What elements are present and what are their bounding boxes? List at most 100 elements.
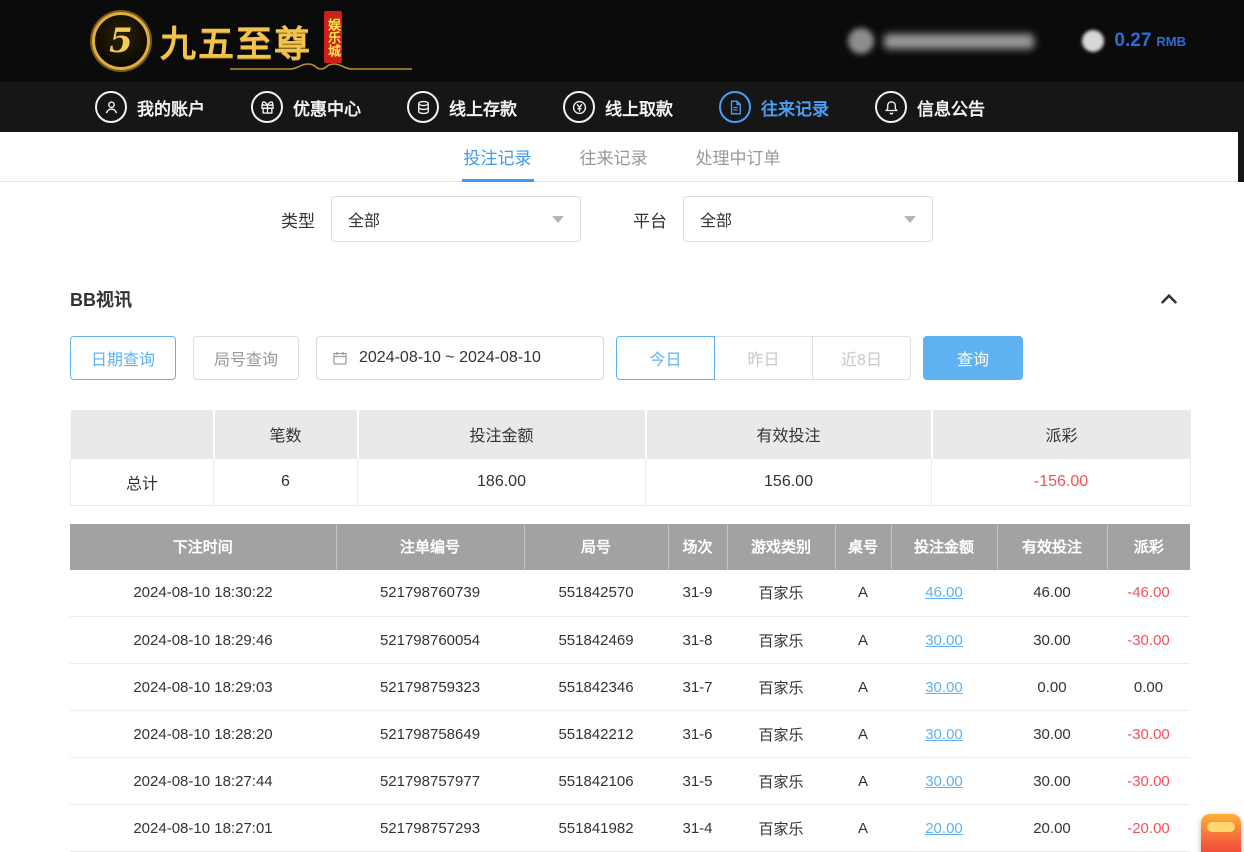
cell-payout: 0.00 xyxy=(1107,664,1190,711)
summary-header-payout: 派彩 xyxy=(932,410,1191,458)
table-row: 2024-08-10 18:30:22 521798760739 5518425… xyxy=(70,570,1190,617)
nav-item-announcements[interactable]: 信息公告 xyxy=(875,91,985,123)
top-header: 5 九五至尊 娱乐城 0.27 RMB xyxy=(0,0,1244,82)
coins-icon xyxy=(407,91,439,123)
type-select-value: 全部 xyxy=(348,207,380,231)
section-title: BB视讯 xyxy=(70,286,132,312)
cell-session: 31-5 xyxy=(668,758,727,805)
type-select[interactable]: 全部 xyxy=(331,196,581,242)
tab-processing-orders[interactable]: 处理中订单 xyxy=(694,132,783,181)
cell-payout: -30.00 xyxy=(1107,758,1190,805)
cell-valid-bet: 46.00 xyxy=(997,570,1107,617)
cell-bet-no: 521798757293 xyxy=(336,805,524,852)
balance-amount: 0.27 xyxy=(1114,30,1151,52)
cell-table-no: A xyxy=(835,805,891,852)
cell-payout: -20.00 xyxy=(1107,805,1190,852)
cell-table-no: A xyxy=(835,570,891,617)
table-row: 2024-08-10 18:29:46 521798760054 5518424… xyxy=(70,617,1190,664)
col-payout: 派彩 xyxy=(1107,524,1190,570)
chevron-down-icon xyxy=(904,216,916,223)
nav-item-deposit[interactable]: 线上存款 xyxy=(407,91,517,123)
user-icon xyxy=(95,91,127,123)
nav-item-my-account[interactable]: 我的账户 xyxy=(95,91,205,123)
cell-bet-time: 2024-08-10 18:29:46 xyxy=(70,617,336,664)
cell-session: 31-9 xyxy=(668,570,727,617)
today-button[interactable]: 今日 xyxy=(616,336,715,380)
cell-bet-no: 521798757977 xyxy=(336,758,524,805)
filter-row: 类型 全部 平台 全部 xyxy=(281,196,1190,242)
date-query-button[interactable]: 日期查询 xyxy=(70,336,176,380)
summary-header-bet-amount: 投注金额 xyxy=(358,410,646,458)
nav-label: 线上存款 xyxy=(449,95,517,120)
tab-bet-records[interactable]: 投注记录 xyxy=(462,132,534,181)
cell-game: 百家乐 xyxy=(727,617,835,664)
col-session: 场次 xyxy=(668,524,727,570)
yesterday-button[interactable]: 昨日 xyxy=(714,336,813,380)
col-game-type: 游戏类别 xyxy=(727,524,835,570)
round-query-button[interactable]: 局号查询 xyxy=(193,336,299,380)
platform-select[interactable]: 全部 xyxy=(683,196,933,242)
search-button[interactable]: 查询 xyxy=(923,336,1023,380)
cell-payout: -30.00 xyxy=(1107,711,1190,758)
summary-valid-bet: 156.00 xyxy=(646,458,932,505)
platform-select-value: 全部 xyxy=(700,207,732,231)
cell-bet-no: 521798758649 xyxy=(336,711,524,758)
bell-icon xyxy=(875,91,907,123)
tab-transaction-records[interactable]: 往来记录 xyxy=(578,132,650,181)
nav-item-withdraw[interactable]: 线上取款 xyxy=(563,91,673,123)
col-bet-time: 下注时间 xyxy=(70,524,336,570)
cell-payout: -30.00 xyxy=(1107,617,1190,664)
cell-session: 31-7 xyxy=(668,664,727,711)
brand-logo[interactable]: 5 九五至尊 娱乐城 xyxy=(92,12,342,70)
bet-amount-link[interactable]: 30.00 xyxy=(925,773,963,790)
floating-promo-icon[interactable] xyxy=(1201,814,1241,852)
balance-currency: RMB xyxy=(1156,34,1186,49)
col-round-no: 局号 xyxy=(524,524,668,570)
bet-amount-link[interactable]: 30.00 xyxy=(925,726,963,743)
cell-game: 百家乐 xyxy=(727,570,835,617)
cell-game: 百家乐 xyxy=(727,664,835,711)
last-8-days-button[interactable]: 近8日 xyxy=(812,336,911,380)
nav-item-promotions[interactable]: 优惠中心 xyxy=(251,91,361,123)
logo-flourish-icon xyxy=(226,61,416,75)
nav-label: 线上取款 xyxy=(605,95,673,120)
cell-valid-bet: 30.00 xyxy=(997,617,1107,664)
cell-bet-no: 521798760739 xyxy=(336,570,524,617)
date-range-picker[interactable]: 2024-08-10 ~ 2024-08-10 xyxy=(316,336,604,380)
col-bet-no: 注单编号 xyxy=(336,524,524,570)
calendar-icon xyxy=(331,349,349,367)
nav-label: 往来记录 xyxy=(761,95,829,120)
cell-round-no: 551842570 xyxy=(524,570,668,617)
summary-header-empty xyxy=(71,410,214,458)
main-nav: 我的账户 优惠中心 线上存款 线上取款 xyxy=(0,82,1244,132)
cell-game: 百家乐 xyxy=(727,805,835,852)
coin-icon xyxy=(563,91,595,123)
table-row: 2024-08-10 18:27:01 521798757293 5518419… xyxy=(70,805,1190,852)
bet-amount-link[interactable]: 46.00 xyxy=(925,584,963,601)
query-controls: 日期查询 局号查询 2024-08-10 ~ 2024-08-10 今日 昨日 … xyxy=(70,336,1190,380)
cell-round-no: 551842106 xyxy=(524,758,668,805)
summary-total-row: 总计 6 186.00 156.00 -156.00 xyxy=(71,458,1191,505)
chevron-up-icon[interactable] xyxy=(1156,286,1182,312)
cell-round-no: 551842212 xyxy=(524,711,668,758)
right-edge-strip xyxy=(1238,132,1244,182)
coin-icon xyxy=(1082,30,1104,52)
chevron-down-icon xyxy=(552,216,564,223)
main-content: 类型 全部 平台 全部 BB视讯 日期查询 局号查询 2024-08-10 ~ … xyxy=(0,196,1244,852)
cell-payout: -46.00 xyxy=(1107,570,1190,617)
user-avatar[interactable] xyxy=(848,28,874,54)
cell-table-no: A xyxy=(835,617,891,664)
cell-bet-time: 2024-08-10 18:28:20 xyxy=(70,711,336,758)
bet-amount-link[interactable]: 20.00 xyxy=(925,820,963,837)
bet-amount-link[interactable]: 30.00 xyxy=(925,632,963,649)
summary-header-count: 笔数 xyxy=(214,410,358,458)
summary-header-valid-bet: 有效投注 xyxy=(646,410,932,458)
brand-tag: 娱乐城 xyxy=(324,11,342,63)
bet-amount-link[interactable]: 30.00 xyxy=(925,679,963,696)
cell-valid-bet: 20.00 xyxy=(997,805,1107,852)
cell-valid-bet: 30.00 xyxy=(997,711,1107,758)
quick-date-group: 今日 昨日 近8日 xyxy=(616,336,911,380)
summary-header-row: 笔数 投注金额 有效投注 派彩 xyxy=(71,410,1191,458)
cell-round-no: 551841982 xyxy=(524,805,668,852)
nav-item-records[interactable]: 往来记录 xyxy=(719,91,829,123)
